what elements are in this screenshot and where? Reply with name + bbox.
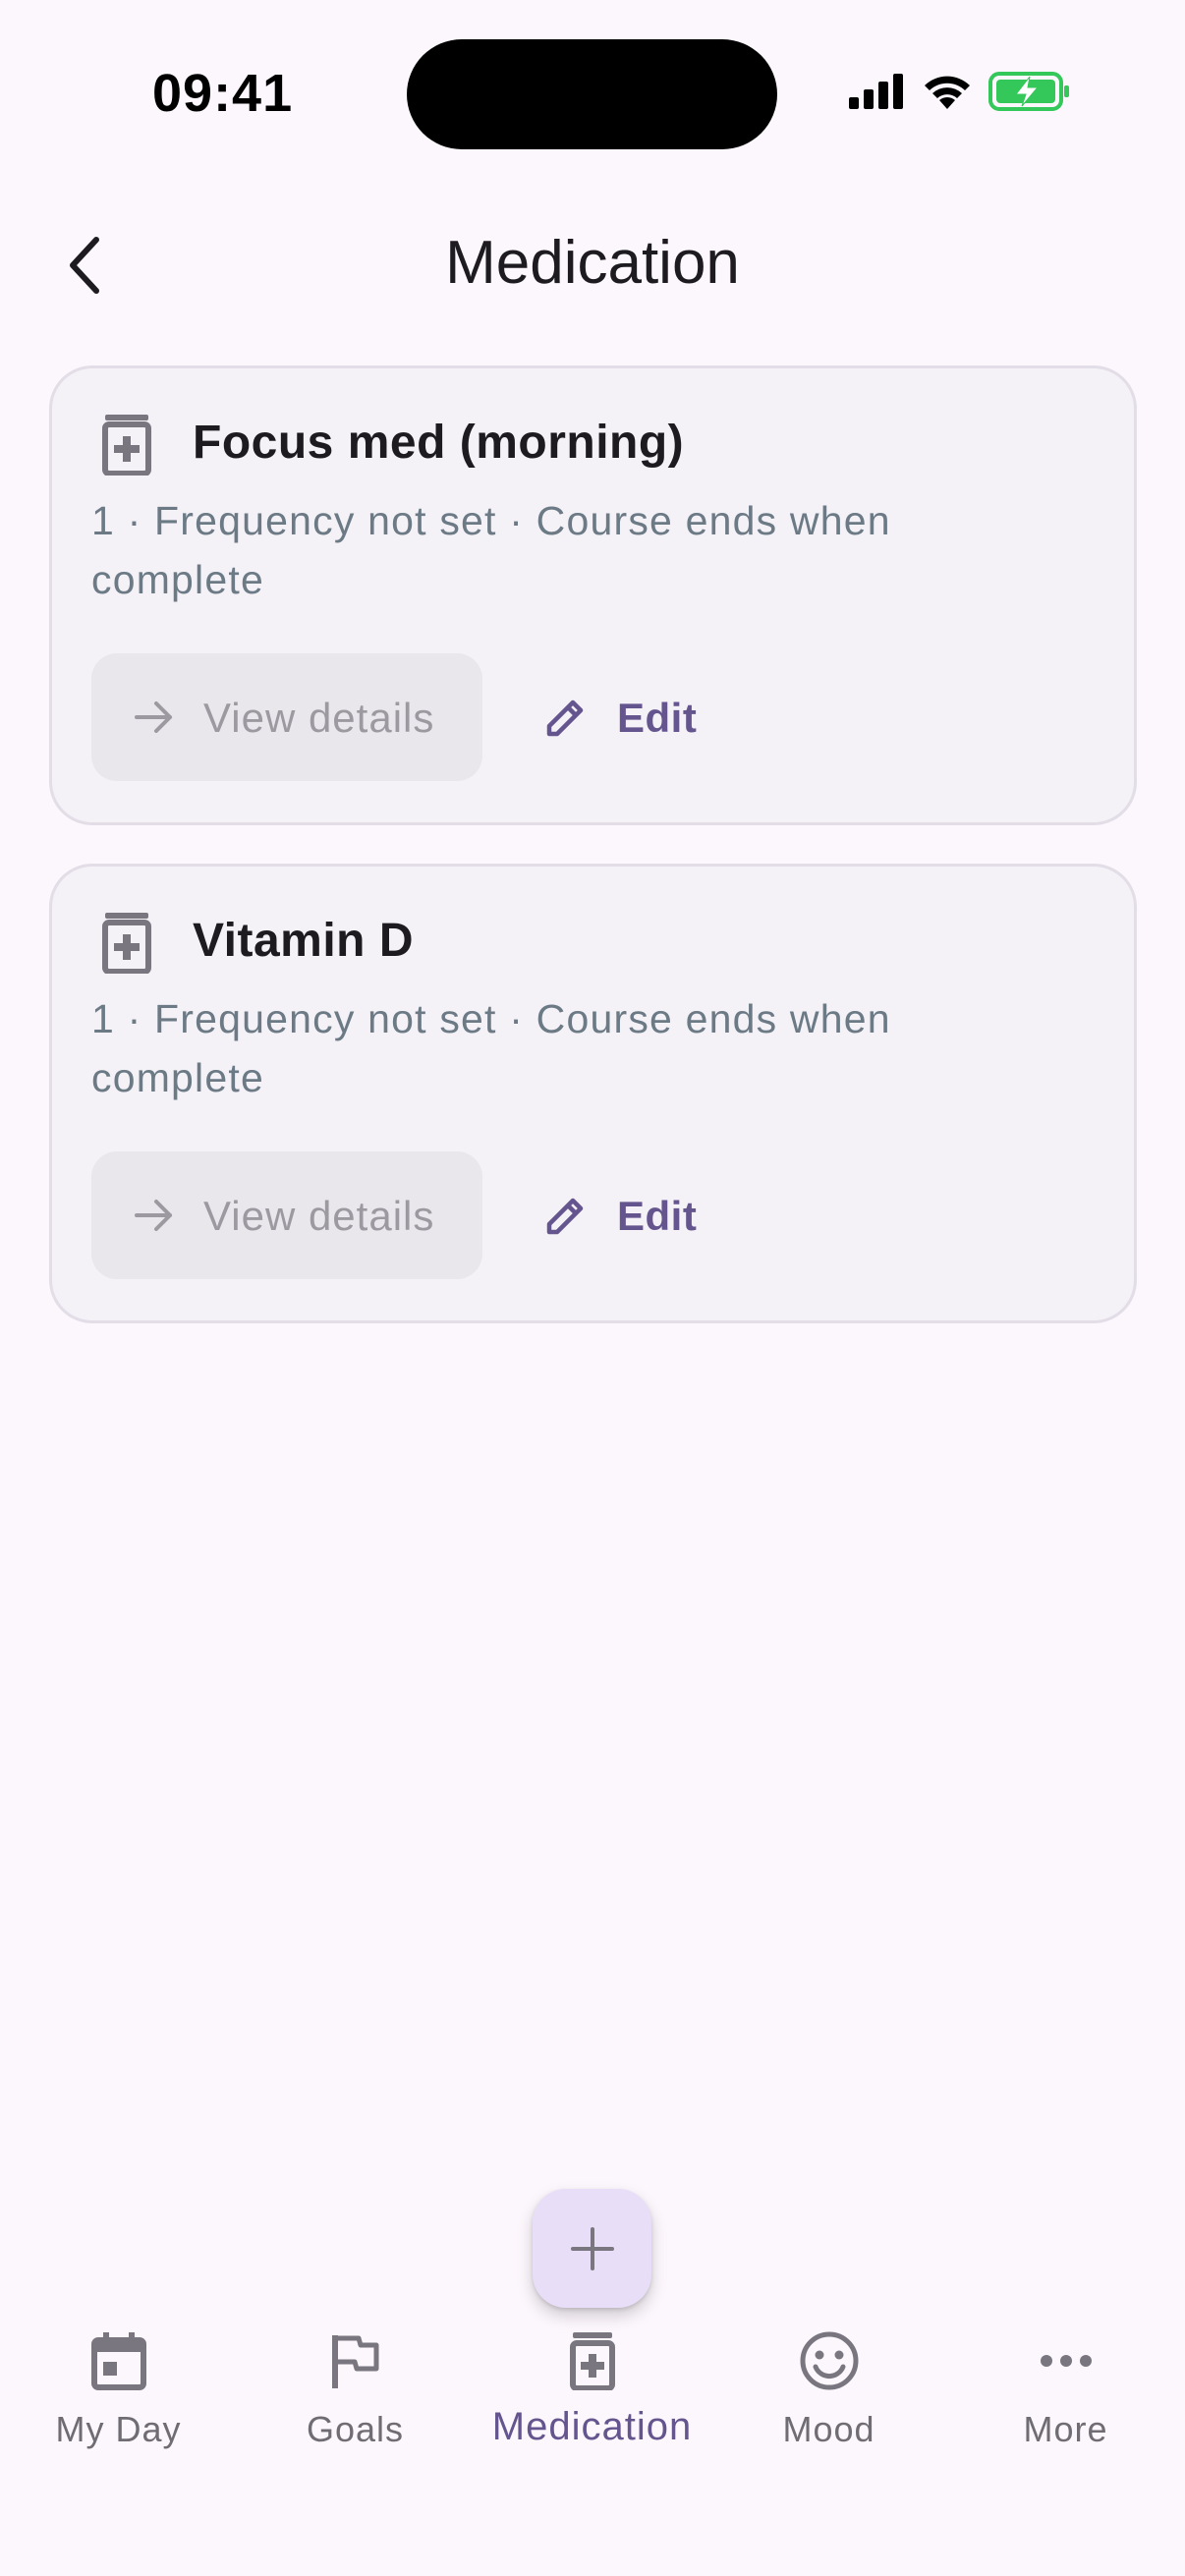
edit-button[interactable]: Edit bbox=[543, 1151, 720, 1279]
medication-details: 1 · Frequency not set · Course ends when… bbox=[91, 498, 891, 602]
edit-button[interactable]: Edit bbox=[543, 653, 720, 781]
edit-label: Edit bbox=[617, 1193, 698, 1239]
medication-icon bbox=[102, 415, 151, 476]
medication-icon bbox=[102, 913, 151, 974]
battery-charging-icon bbox=[988, 72, 1069, 111]
medication-icon bbox=[560, 2328, 625, 2393]
page-title: Medication bbox=[445, 229, 740, 297]
arrow-right-icon bbox=[135, 701, 172, 733]
plus-icon bbox=[570, 2226, 614, 2270]
flag-icon bbox=[323, 2328, 388, 2393]
pencil-icon bbox=[546, 1198, 584, 1235]
nav-label: Medication bbox=[491, 2405, 693, 2448]
pencil-icon bbox=[546, 700, 584, 737]
calendar-icon bbox=[86, 2328, 151, 2393]
status-icons bbox=[847, 71, 1071, 112]
nav-label: My Day bbox=[55, 2409, 182, 2449]
smiley-icon bbox=[797, 2328, 862, 2393]
nav-item-medication[interactable]: Medication bbox=[474, 2299, 710, 2476]
edit-label: Edit bbox=[617, 695, 698, 741]
status-time: 09:41 bbox=[152, 64, 294, 123]
nav-item-mood[interactable]: Mood bbox=[710, 2299, 947, 2476]
nav-label: Mood bbox=[782, 2409, 875, 2449]
nav-label: Goals bbox=[306, 2409, 405, 2449]
nav-label: More bbox=[1023, 2409, 1108, 2449]
medication-name: Focus med (morning) bbox=[193, 417, 685, 469]
arrow-right-icon bbox=[135, 1200, 172, 1231]
view-details-label: View details bbox=[203, 1193, 435, 1239]
nav-item-my-day[interactable]: My Day bbox=[0, 2299, 237, 2476]
bottom-navigation: My Day Goals Medication Mood More bbox=[0, 2299, 1185, 2576]
wifi-icon bbox=[925, 76, 970, 109]
nav-item-goals[interactable]: Goals bbox=[237, 2299, 474, 2476]
view-details-label: View details bbox=[203, 695, 435, 741]
view-details-button[interactable]: View details bbox=[91, 1151, 482, 1279]
medication-name: Vitamin D bbox=[193, 915, 414, 967]
medication-details: 1 · Frequency not set · Course ends when… bbox=[91, 996, 891, 1100]
more-horizontal-icon bbox=[1034, 2328, 1099, 2393]
cellular-signal-icon bbox=[849, 74, 903, 109]
medication-card: Vitamin D 1 · Frequency not set · Course… bbox=[49, 864, 1137, 1323]
medication-screen: 09:41 Medication Focus med (morning) 1 ·… bbox=[0, 0, 1185, 2576]
medication-card: Focus med (morning) 1 · Frequency not se… bbox=[49, 365, 1137, 825]
add-medication-button[interactable] bbox=[533, 2189, 651, 2308]
nav-item-more[interactable]: More bbox=[947, 2299, 1184, 2476]
dynamic-island bbox=[407, 39, 777, 149]
view-details-button[interactable]: View details bbox=[91, 653, 482, 781]
